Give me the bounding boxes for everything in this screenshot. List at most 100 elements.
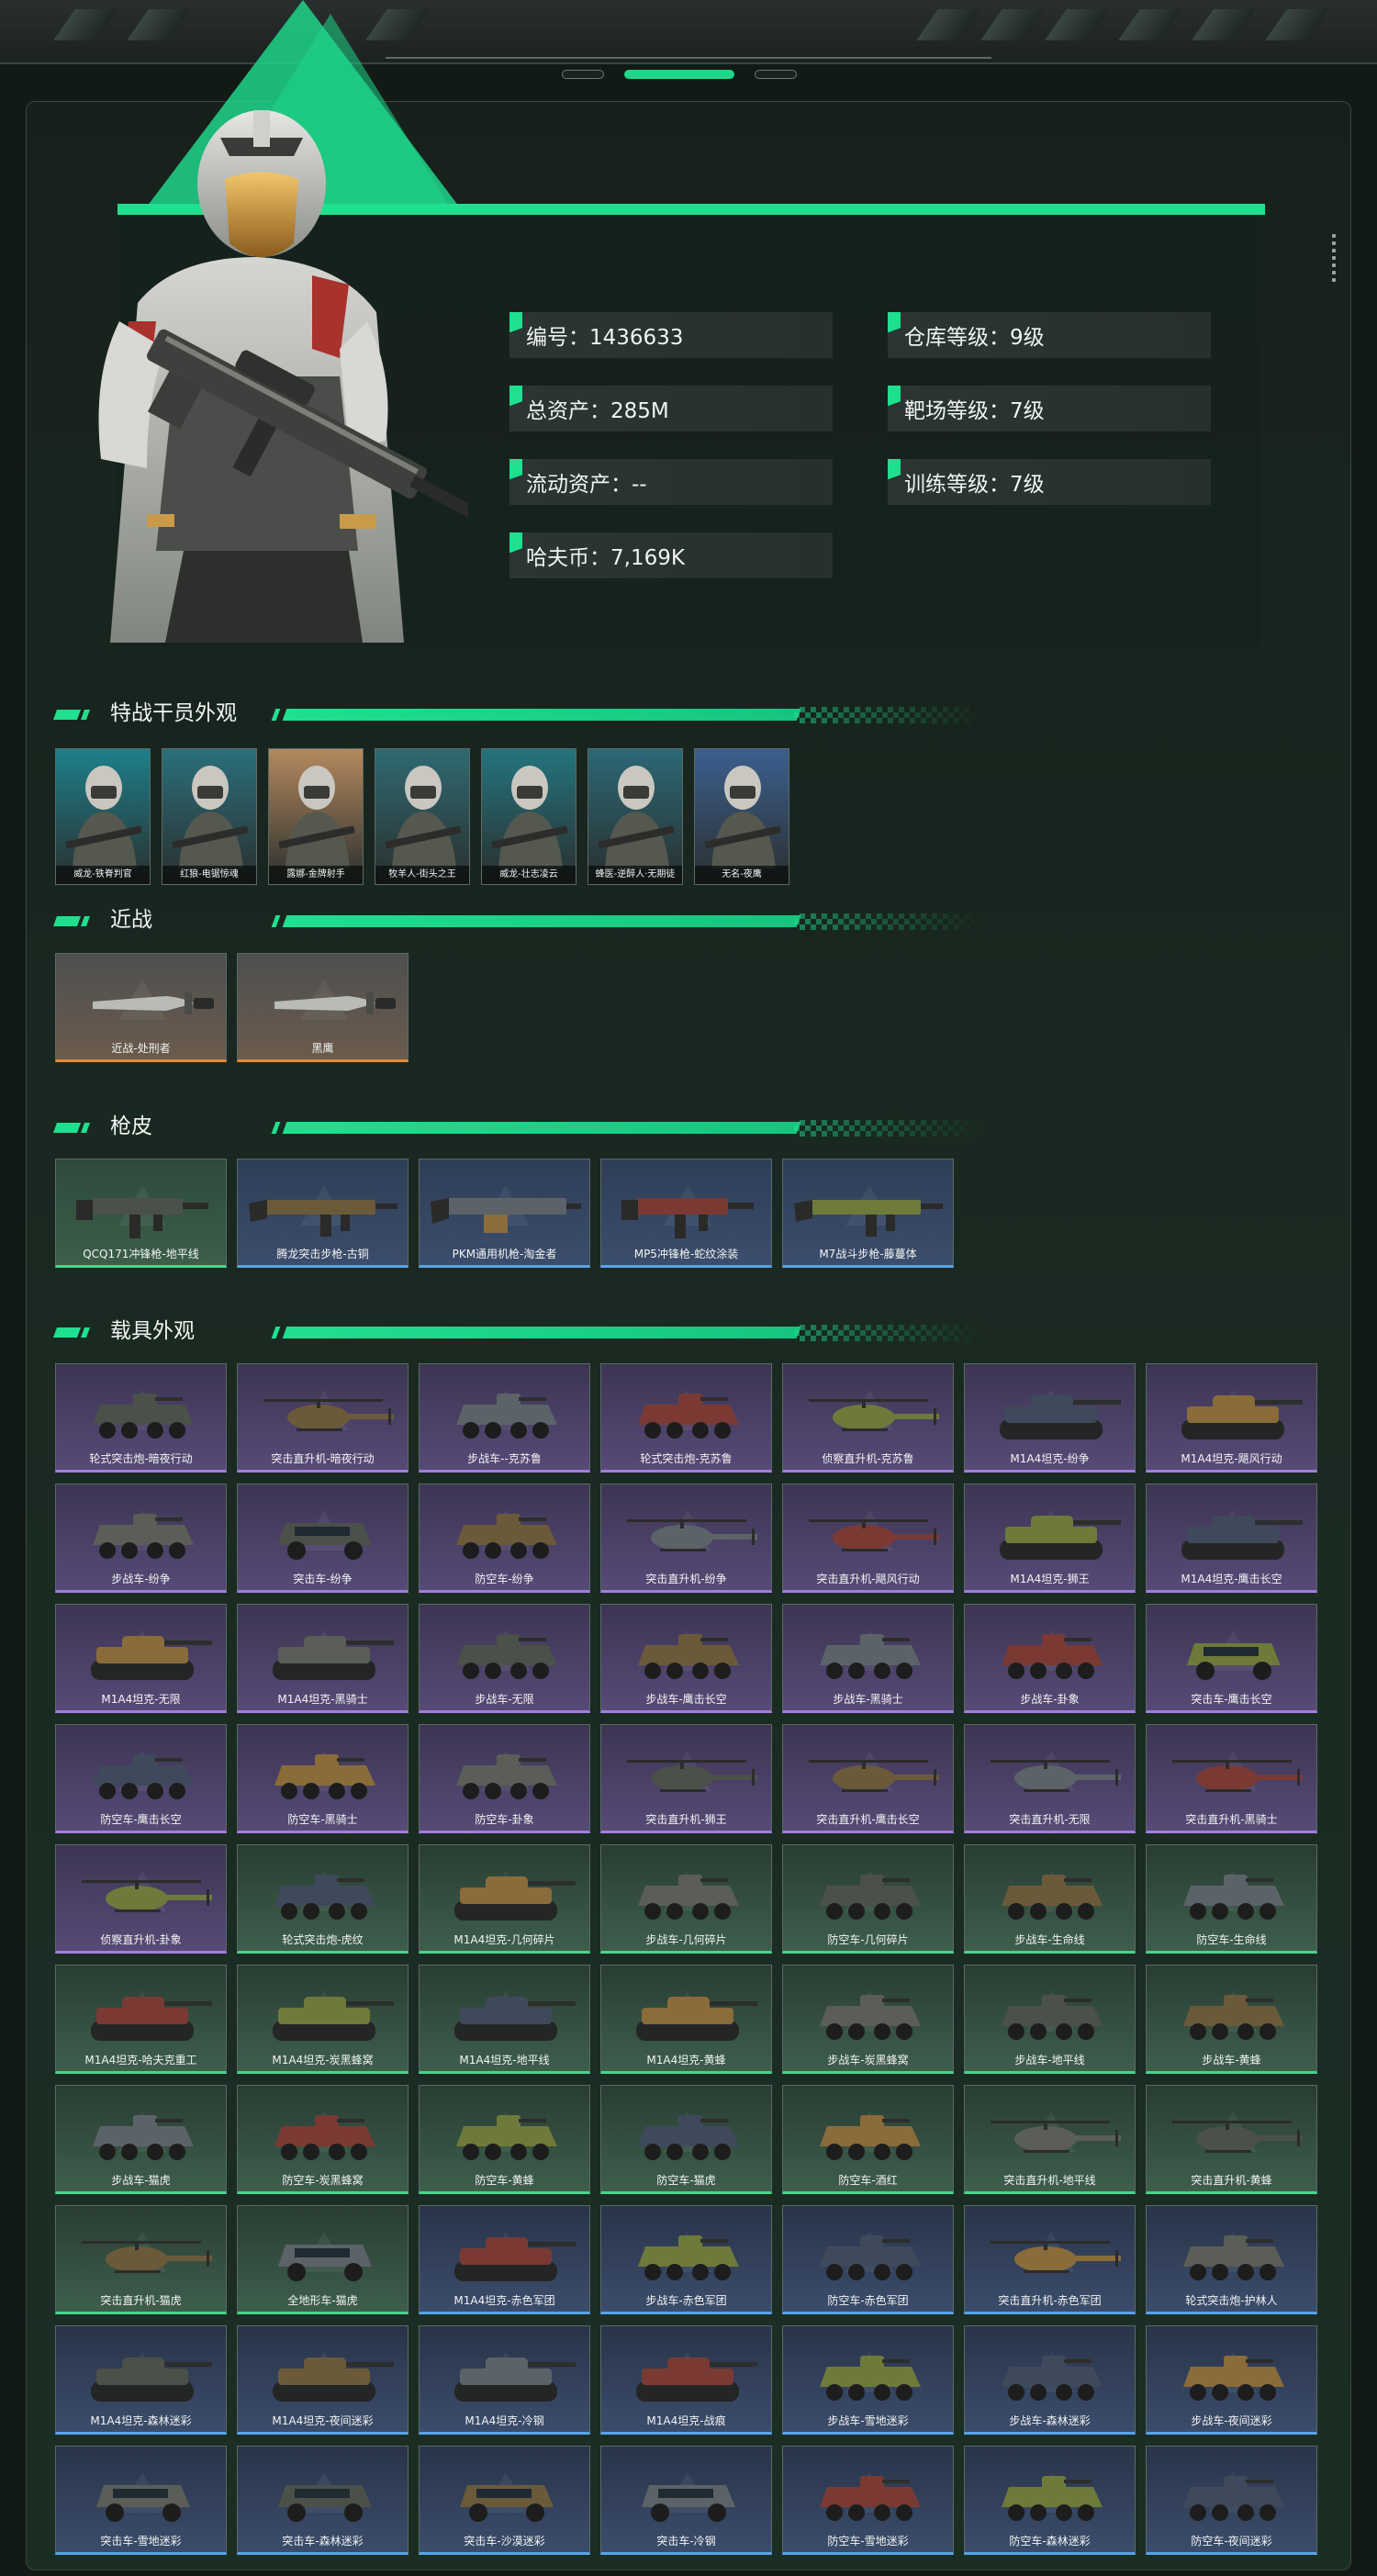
- gun-skin-card[interactable]: MP5冲锋枪-蛇纹涂装: [600, 1159, 772, 1268]
- operator-skin-card[interactable]: 红狼-电锯惊魂: [162, 748, 257, 885]
- item-name: 步战车-无限: [475, 1693, 534, 1706]
- vehicle-card[interactable]: 防空车-森林迷彩: [964, 2446, 1136, 2555]
- vehicle-card[interactable]: 侦察直升机-卦象: [55, 1844, 227, 1954]
- vehicle-card[interactable]: M1A4坦克-战痕: [600, 2325, 772, 2435]
- vehicle-card[interactable]: 轮式突击炮-克苏鲁: [600, 1363, 772, 1473]
- operator-skin-card[interactable]: 无名-夜鹰: [694, 748, 789, 885]
- vehicle-card[interactable]: 防空车-鹰击长空: [55, 1724, 227, 1833]
- vehicle-card[interactable]: 突击直升机-无限: [964, 1724, 1136, 1833]
- vehicle-card[interactable]: 突击车-森林迷彩: [237, 2446, 409, 2555]
- item-name: M1A4坦克-地平线: [459, 2054, 550, 2066]
- vehicle-card[interactable]: 防空车-黄蜂: [419, 2085, 590, 2194]
- vehicle-card[interactable]: M1A4坦克-哈夫克重工: [55, 1965, 227, 2074]
- vehicle-card[interactable]: 轮式突击炮-虎纹: [237, 1844, 409, 1954]
- melee-item-card[interactable]: 近战-处刑者: [55, 953, 227, 1062]
- vehicle-card[interactable]: 防空车-雪地迷彩: [782, 2446, 954, 2555]
- apc-icon: [820, 2476, 921, 2521]
- heli-icon: [627, 1519, 757, 1551]
- vehicle-card[interactable]: 突击车-冷钢: [600, 2446, 772, 2555]
- melee-item-card[interactable]: 黑鹰: [237, 953, 409, 1062]
- vehicle-card[interactable]: 防空车-夜间迷彩: [1146, 2446, 1317, 2555]
- vehicle-card[interactable]: 防空车-猫虎: [600, 2085, 772, 2194]
- vehicle-card[interactable]: 步战车-纷争: [55, 1484, 227, 1593]
- operator-skin-card[interactable]: 蜂医-逆醉人·无期徒: [588, 748, 683, 885]
- vehicle-card[interactable]: 突击直升机-暗夜行动: [237, 1363, 409, 1473]
- vehicle-card[interactable]: 防空车-炭黑蜂窝: [237, 2085, 409, 2194]
- operator-skin-card[interactable]: 牧羊人-街头之王: [375, 748, 470, 885]
- vehicle-card[interactable]: 突击直升机-狮王: [600, 1724, 772, 1833]
- vehicle-card[interactable]: 防空车-生命线: [1146, 1844, 1317, 1954]
- apc-icon: [274, 1875, 375, 1920]
- vehicle-card[interactable]: 防空车-纷争: [419, 1484, 590, 1593]
- vehicle-card[interactable]: M1A4坦克-狮王: [964, 1484, 1136, 1593]
- vehicle-card[interactable]: M1A4坦克-夜间迷彩: [237, 2325, 409, 2435]
- gun-skin-card[interactable]: PKM通用机枪-淘金者: [419, 1159, 590, 1268]
- vehicle-card[interactable]: 防空车-卦象: [419, 1724, 590, 1833]
- vehicle-card[interactable]: 步战车-几何碎片: [600, 1844, 772, 1954]
- vehicle-card[interactable]: 突击直升机-飓风行动: [782, 1484, 954, 1593]
- vehicle-card[interactable]: 突击车-雪地迷彩: [55, 2446, 227, 2555]
- operator-skin-name: 蜂医-逆醉人·无期徒: [588, 866, 682, 884]
- vehicle-card[interactable]: 突击直升机-纷争: [600, 1484, 772, 1593]
- vehicle-card[interactable]: 突击车-沙漠迷彩: [419, 2446, 590, 2555]
- gun-skin-card[interactable]: QCQ171冲锋枪-地平线: [55, 1159, 227, 1268]
- apc-icon: [1002, 2356, 1103, 2401]
- vehicle-card[interactable]: 防空车-酒红: [782, 2085, 954, 2194]
- vehicle-card[interactable]: 突击车-纷争: [237, 1484, 409, 1593]
- vehicle-card[interactable]: 步战车-猫虎: [55, 2085, 227, 2194]
- vehicle-card[interactable]: 步战车-森林迷彩: [964, 2325, 1136, 2435]
- gun-skin-card[interactable]: M7战斗步枪-藤蔓体: [782, 1159, 954, 1268]
- gun-skin-card[interactable]: 腾龙突击步枪-古铜: [237, 1159, 409, 1268]
- vehicle-card[interactable]: M1A4坦克-炭黑蜂窝: [237, 1965, 409, 2074]
- vehicle-card[interactable]: M1A4坦克-鹰击长空: [1146, 1484, 1317, 1593]
- vehicle-card[interactable]: 突击直升机-猫虎: [55, 2205, 227, 2314]
- vehicle-card[interactable]: M1A4坦克-纷争: [964, 1363, 1136, 1473]
- vehicle-card[interactable]: 步战车-夜间迷彩: [1146, 2325, 1317, 2435]
- vehicle-card[interactable]: M1A4坦克-无限: [55, 1604, 227, 1713]
- item-name: M1A4坦克-无限: [101, 1693, 181, 1706]
- vehicle-card[interactable]: 步战车-卦象: [964, 1604, 1136, 1713]
- vehicle-card[interactable]: 步战车-无限: [419, 1604, 590, 1713]
- apc-icon: [1002, 1634, 1103, 1679]
- vehicle-card[interactable]: 步战车-炭黑蜂窝: [782, 1965, 954, 2074]
- vehicle-card[interactable]: 步战车-雪地迷彩: [782, 2325, 954, 2435]
- vehicle-card[interactable]: M1A4坦克-黄蜂: [600, 1965, 772, 2074]
- vehicle-card[interactable]: 轮式突击炮-护林人: [1146, 2205, 1317, 2314]
- vehicle-card[interactable]: 步战车-赤色军团: [600, 2205, 772, 2314]
- operator-skin-card[interactable]: 威龙-壮志凌云: [481, 748, 577, 885]
- item-name: 步战车-纷争: [111, 1573, 171, 1585]
- item-name: 防空车-生命线: [1196, 1933, 1267, 1946]
- vehicle-card[interactable]: 步战车-生命线: [964, 1844, 1136, 1954]
- vehicle-card[interactable]: M1A4坦克-飓风行动: [1146, 1363, 1317, 1473]
- vehicle-card[interactable]: 突击直升机-地平线: [964, 2085, 1136, 2194]
- vehicle-card[interactable]: 步战车-地平线: [964, 1965, 1136, 2074]
- vehicle-card[interactable]: 步战车--克苏鲁: [419, 1363, 590, 1473]
- vehicle-card[interactable]: 突击直升机-黑骑士: [1146, 1724, 1317, 1833]
- vehicle-card[interactable]: 防空车-赤色军团: [782, 2205, 954, 2314]
- section-title: 载具外观: [110, 1319, 195, 1343]
- vehicle-card[interactable]: 防空车-黑骑士: [237, 1724, 409, 1833]
- vehicle-card[interactable]: M1A4坦克-赤色军团: [419, 2205, 590, 2314]
- vehicle-card[interactable]: M1A4坦克-几何碎片: [419, 1844, 590, 1954]
- item-name: MP5冲锋枪-蛇纹涂装: [633, 1248, 739, 1260]
- vehicle-card[interactable]: 突击直升机-赤色军团: [964, 2205, 1136, 2314]
- vehicle-card[interactable]: 防空车-几何碎片: [782, 1844, 954, 1954]
- operator-skin-name: 露娜-金牌射手: [269, 866, 363, 884]
- vehicle-card[interactable]: 侦察直升机-克苏鲁: [782, 1363, 954, 1473]
- vehicle-card[interactable]: 步战车-黑骑士: [782, 1604, 954, 1713]
- vehicle-card[interactable]: 步战车-黄蜂: [1146, 1965, 1317, 2074]
- operator-figure-icon: [278, 766, 355, 868]
- vehicle-card[interactable]: 突击直升机-鹰击长空: [782, 1724, 954, 1833]
- vehicle-card[interactable]: M1A4坦克-黑骑士: [237, 1604, 409, 1713]
- vehicle-card[interactable]: M1A4坦克-冷钢: [419, 2325, 590, 2435]
- vehicle-card[interactable]: M1A4坦克-地平线: [419, 1965, 590, 2074]
- vehicle-card[interactable]: 步战车-鹰击长空: [600, 1604, 772, 1713]
- vehicle-card[interactable]: M1A4坦克-森林迷彩: [55, 2325, 227, 2435]
- operator-skin-card[interactable]: 威龙-铁脊判官: [55, 748, 151, 885]
- vehicle-card[interactable]: 突击车-鹰击长空: [1146, 1604, 1317, 1713]
- vehicle-card[interactable]: 全地形车-猫虎: [237, 2205, 409, 2314]
- tank-icon: [636, 1997, 757, 2041]
- vehicle-card[interactable]: 突击直升机-黄蜂: [1146, 2085, 1317, 2194]
- operator-skin-card[interactable]: 露娜-金牌射手: [268, 748, 364, 885]
- vehicle-card[interactable]: 轮式突击炮-暗夜行动: [55, 1363, 227, 1473]
